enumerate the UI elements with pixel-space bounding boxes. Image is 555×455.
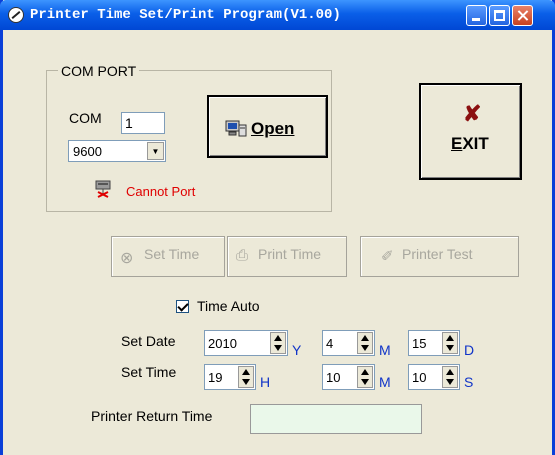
year-spin-arrows[interactable] xyxy=(270,332,286,354)
minute-spinner[interactable]: 10 xyxy=(322,364,375,390)
minute-spin-arrows[interactable] xyxy=(357,366,373,388)
second-value: 10 xyxy=(412,370,427,385)
minute-unit: M xyxy=(379,374,391,390)
open-port-label: Open xyxy=(251,119,295,138)
com-number-input[interactable] xyxy=(121,112,165,134)
day-unit: D xyxy=(464,342,475,358)
year-unit: Y xyxy=(292,342,302,358)
printer-return-time-label: Printer Return Time xyxy=(91,408,213,424)
hour-spinner[interactable]: 19 xyxy=(204,364,256,390)
exit-label: EXIT xyxy=(451,134,489,154)
hour-spin-arrows[interactable] xyxy=(238,366,254,388)
window-title: Printer Time Set/Print Program(V1.00) xyxy=(30,7,341,23)
month-spin-arrows[interactable] xyxy=(357,332,373,354)
exit-button[interactable]: ✘ EXIT xyxy=(419,83,522,180)
minimize-button[interactable] xyxy=(466,5,487,26)
port-status-icon xyxy=(94,180,111,198)
open-port-button[interactable]: Open xyxy=(207,95,328,158)
computer-icon xyxy=(225,119,247,142)
printer-test-label: Printer Test xyxy=(402,246,473,262)
port-status-text: Cannot Port xyxy=(126,184,196,199)
app-icon xyxy=(8,7,24,23)
baud-rate-value: 9600 xyxy=(73,144,102,159)
com-port-group-label: COM PORT xyxy=(58,63,140,79)
year-value: 2010 xyxy=(208,336,237,351)
test-icon: ✐ xyxy=(381,248,394,265)
second-spin-arrows[interactable] xyxy=(442,366,458,388)
baud-rate-select[interactable]: 9600 ▼ xyxy=(68,140,166,162)
time-auto-label: Time Auto xyxy=(197,298,260,314)
close-x-icon: ✘ xyxy=(463,101,482,126)
clock-icon: ⊗ xyxy=(120,250,134,267)
month-value: 4 xyxy=(326,336,334,351)
set-date-label: Set Date xyxy=(121,333,176,349)
com-label: COM xyxy=(69,110,102,126)
set-time-field-label: Set Time xyxy=(121,364,177,380)
second-spinner[interactable]: 10 xyxy=(408,364,460,390)
minute-value: 10 xyxy=(326,370,341,385)
day-spin-arrows[interactable] xyxy=(442,332,458,354)
set-time-button[interactable]: ⊗ Set Time xyxy=(111,236,225,277)
second-unit: S xyxy=(464,374,474,390)
maximize-button[interactable] xyxy=(489,5,510,26)
month-unit: M xyxy=(379,342,391,358)
title-bar[interactable]: Printer Time Set/Print Program(V1.00) xyxy=(0,0,555,30)
printer-test-button[interactable]: ✐ Printer Test xyxy=(360,236,519,277)
year-spinner[interactable]: 2010 xyxy=(204,330,288,356)
month-spinner[interactable]: 4 xyxy=(322,330,375,356)
printer-icon: ⎙ xyxy=(236,247,249,264)
hour-unit: H xyxy=(260,374,271,390)
set-time-label: Set Time xyxy=(144,246,200,262)
exit-label-mnemonic: E xyxy=(451,134,463,153)
day-spinner[interactable]: 15 xyxy=(408,330,460,356)
print-time-label: Print Time xyxy=(258,246,322,262)
printer-return-time-field[interactable] xyxy=(250,404,422,434)
print-time-button[interactable]: ⎙ Print Time xyxy=(227,236,347,277)
exit-label-rest: XIT xyxy=(462,134,489,153)
close-button[interactable] xyxy=(512,5,533,26)
hour-value: 19 xyxy=(208,370,223,385)
time-auto-checkbox[interactable] xyxy=(176,300,189,313)
chevron-down-icon[interactable]: ▼ xyxy=(147,142,164,160)
day-value: 15 xyxy=(412,336,427,351)
